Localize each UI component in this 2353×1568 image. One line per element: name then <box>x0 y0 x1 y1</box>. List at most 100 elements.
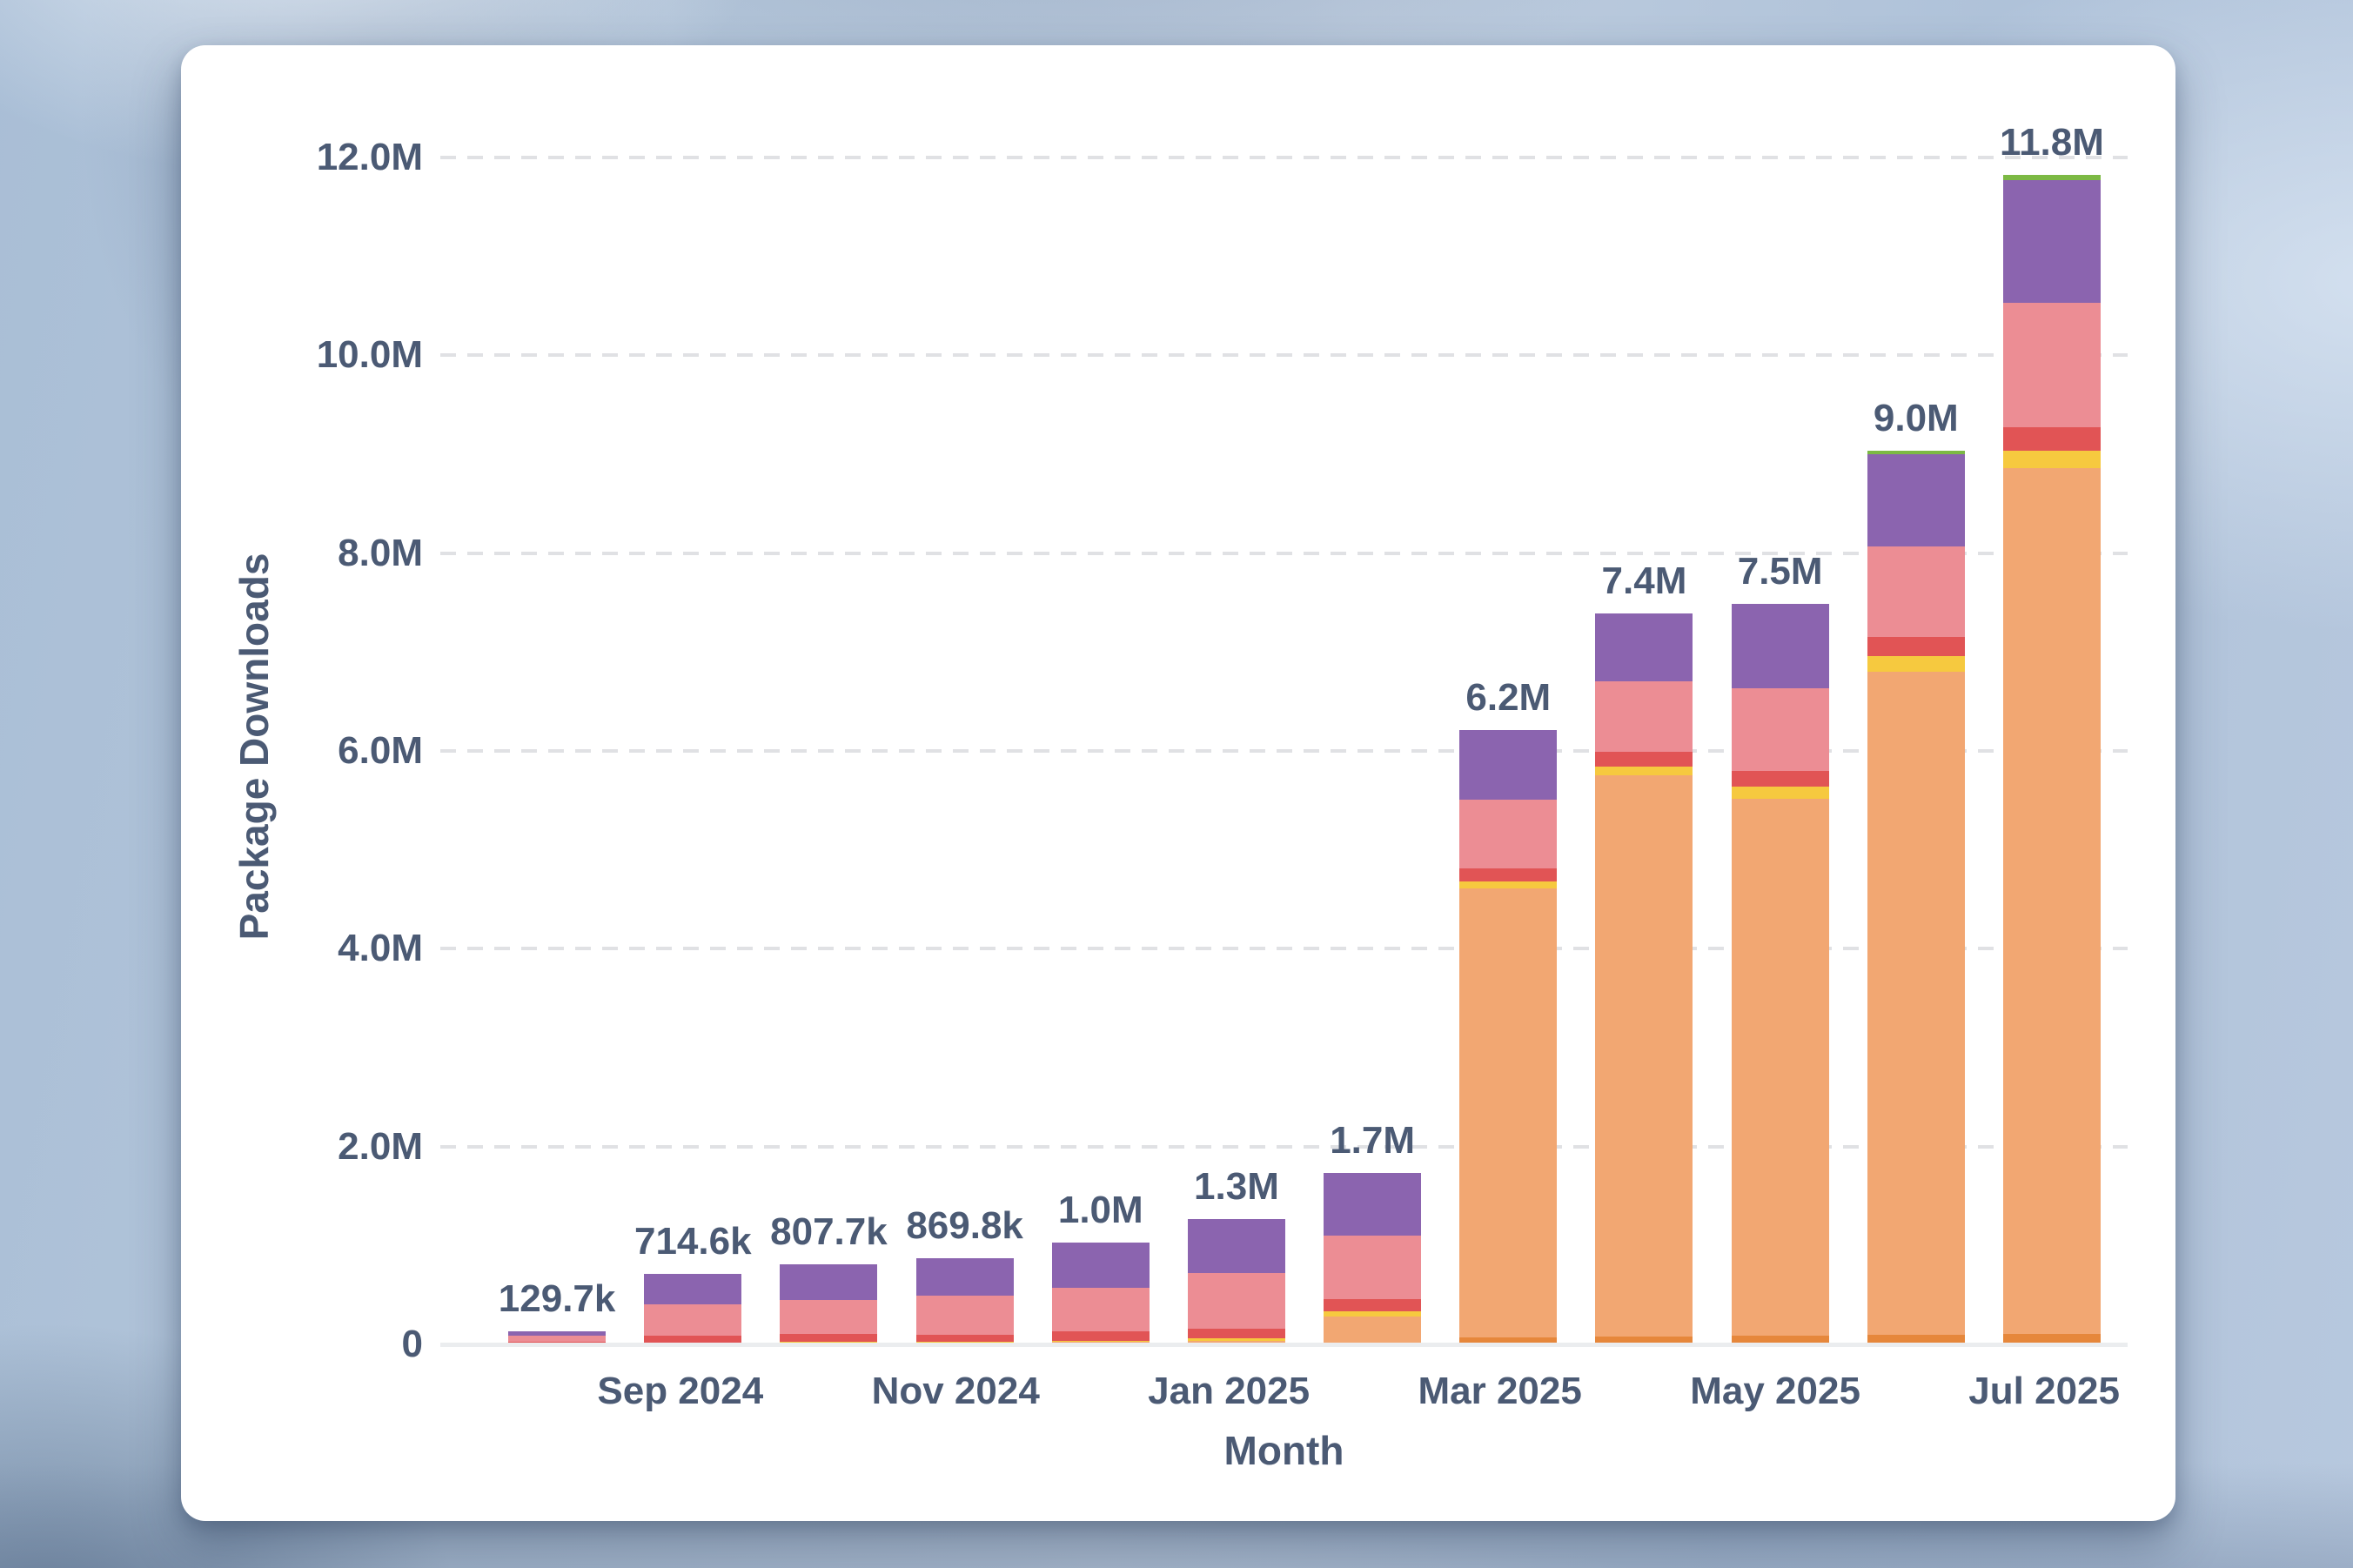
bar-total-label-may-2025: 7.5M <box>1738 550 1823 593</box>
bar-oct-2024-segment-purple <box>780 1264 877 1300</box>
bar-may-2025 <box>1732 604 1829 1344</box>
bar-sep-2024 <box>644 1274 741 1344</box>
x-axis-tick-labels: Sep 2024 Nov 2024 Jan 2025 Mar 2025 May 2025… <box>489 1370 2120 1413</box>
bar-dec-2024-segment-purple <box>1052 1243 1150 1288</box>
bar-mar-2025-segment-purple <box>1459 730 1557 800</box>
bar-jul-2025-segment-pink <box>2003 303 2101 427</box>
x-tick-label-mar-2025: Mar 2025 <box>1418 1370 1581 1413</box>
y-tick-label-12.0M: 12.0M <box>181 135 423 180</box>
bar-feb-2025-segment-purple <box>1324 1173 1421 1236</box>
bar-feb-2025-segment-red <box>1324 1299 1421 1311</box>
bar-oct-2024-segment-red <box>780 1334 877 1343</box>
bar-feb-2025-segment-pink <box>1324 1236 1421 1299</box>
bar-slot-oct-2024: 807.7k <box>761 45 896 1344</box>
bar-may-2025-segment-red <box>1732 771 1829 787</box>
x-axis-title: Month <box>440 1427 2128 1474</box>
x-tick-label-jan-2025: Jan 2025 <box>1148 1370 1310 1413</box>
bar-total-label-jun-2025: 9.0M <box>1874 397 1959 440</box>
bar-jun-2025-segment-orange-light <box>1867 672 1965 1335</box>
bar-total-label-aug-2024: 129.7k <box>499 1277 616 1321</box>
bar-may-2025-segment-orange-light <box>1732 799 1829 1336</box>
bar-may-2025-segment-yellow <box>1732 787 1829 799</box>
bar-jul-2025-segment-purple <box>2003 180 2101 303</box>
bar-jul-2025 <box>2003 175 2101 1344</box>
bar-apr-2025-segment-red <box>1595 752 1693 767</box>
bar-may-2025-segment-purple <box>1732 604 1829 689</box>
x-tick-label-jul-2025: Jul 2025 <box>1968 1370 2120 1413</box>
bar-jun-2025-segment-yellow <box>1867 656 1965 672</box>
y-tick-label-8.0M: 8.0M <box>181 531 423 576</box>
bar-sep-2024-segment-pink <box>644 1304 741 1336</box>
x-tick-label-dec-2024 <box>1040 1370 1148 1413</box>
bar-jul-2025-segment-orange-light <box>2003 468 2101 1334</box>
bar-mar-2025-segment-orange-light <box>1459 888 1557 1337</box>
bar-mar-2025-segment-pink <box>1459 800 1557 869</box>
bar-slot-jan-2025: 1.3M <box>1169 45 1304 1344</box>
bar-jul-2025-segment-yellow <box>2003 451 2101 468</box>
bar-sep-2024-segment-red <box>644 1336 741 1342</box>
bar-jun-2025 <box>1867 451 1965 1345</box>
bar-total-label-nov-2024: 869.8k <box>906 1204 1023 1248</box>
bar-sep-2024-segment-purple <box>644 1274 741 1304</box>
bar-jun-2025-segment-pink <box>1867 546 1965 638</box>
x-tick-label-jun-2025 <box>1860 1370 1968 1413</box>
y-tick-label-6.0M: 6.0M <box>181 728 423 774</box>
bar-dec-2024-segment-red <box>1052 1331 1150 1341</box>
x-tick-label-oct-2024 <box>763 1370 871 1413</box>
bar-slot-may-2025: 7.5M <box>1713 45 1848 1344</box>
x-tick-label-may-2025: May 2025 <box>1690 1370 1860 1413</box>
bar-feb-2025-segment-orange-light <box>1324 1317 1421 1343</box>
y-tick-label-0: 0 <box>181 1322 423 1367</box>
y-tick-label-4.0M: 4.0M <box>181 926 423 971</box>
bar-total-label-oct-2024: 807.7k <box>770 1210 888 1254</box>
bar-jan-2025-segment-red <box>1188 1329 1285 1338</box>
bar-slot-nov-2024: 869.8k <box>897 45 1033 1344</box>
bar-total-label-apr-2025: 7.4M <box>1602 560 1687 603</box>
x-axis-line <box>440 1343 2128 1347</box>
bar-apr-2025-segment-orange-light <box>1595 775 1693 1337</box>
bar-total-label-dec-2024: 1.0M <box>1058 1189 1143 1232</box>
bar-slot-jun-2025: 9.0M <box>1848 45 1984 1344</box>
bar-slot-feb-2025: 1.7M <box>1304 45 1440 1344</box>
bar-apr-2025-segment-purple <box>1595 613 1693 681</box>
bar-jan-2025-segment-pink <box>1188 1273 1285 1329</box>
y-tick-label-10.0M: 10.0M <box>181 332 423 378</box>
x-tick-label-aug-2024 <box>489 1370 597 1413</box>
bar-slot-jul-2025: 11.8M <box>1984 45 2120 1344</box>
bar-may-2025-segment-pink <box>1732 688 1829 770</box>
bars-layer: 129.7k 714.6k 807.7k 869.8k 1.0M 1.3M 1.7M 6.2M… <box>489 45 2120 1344</box>
bar-slot-sep-2024: 714.6k <box>625 45 761 1344</box>
bar-mar-2025-segment-yellow <box>1459 881 1557 888</box>
bar-total-label-feb-2025: 1.7M <box>1330 1119 1415 1163</box>
bar-total-label-jul-2025: 11.8M <box>2000 121 2104 164</box>
bar-jun-2025-segment-purple <box>1867 454 1965 546</box>
bar-jul-2025-segment-red <box>2003 427 2101 451</box>
bar-nov-2024-segment-purple <box>916 1258 1014 1296</box>
bar-jan-2025 <box>1188 1219 1285 1344</box>
x-tick-label-apr-2025 <box>1582 1370 1690 1413</box>
bar-mar-2025-segment-red <box>1459 868 1557 881</box>
bar-nov-2024-segment-red <box>916 1335 1014 1342</box>
bar-dec-2024 <box>1052 1243 1150 1344</box>
x-tick-label-feb-2025 <box>1310 1370 1418 1413</box>
bar-nov-2024-segment-pink <box>916 1296 1014 1335</box>
bar-total-label-sep-2024: 714.6k <box>634 1220 752 1263</box>
bar-jun-2025-segment-red <box>1867 637 1965 656</box>
bar-feb-2025 <box>1324 1173 1421 1344</box>
bar-mar-2025 <box>1459 730 1557 1344</box>
bar-oct-2024-segment-pink <box>780 1300 877 1334</box>
bar-nov-2024 <box>916 1258 1014 1344</box>
y-tick-label-2.0M: 2.0M <box>181 1124 423 1169</box>
bar-total-label-jan-2025: 1.3M <box>1194 1165 1279 1209</box>
bar-apr-2025 <box>1595 613 1693 1344</box>
bar-aug-2024-segment-pink <box>508 1336 606 1342</box>
bar-apr-2025-segment-yellow <box>1595 767 1693 775</box>
bar-slot-dec-2024: 1.0M <box>1033 45 1169 1344</box>
x-tick-label-sep-2024: Sep 2024 <box>597 1370 763 1413</box>
bar-apr-2025-segment-pink <box>1595 681 1693 752</box>
bar-slot-apr-2025: 7.4M <box>1576 45 1712 1344</box>
bar-slot-mar-2025: 6.2M <box>1440 45 1576 1344</box>
x-tick-label-nov-2024: Nov 2024 <box>872 1370 1040 1413</box>
bar-jan-2025-segment-purple <box>1188 1219 1285 1273</box>
bar-slot-aug-2024: 129.7k <box>489 45 625 1344</box>
